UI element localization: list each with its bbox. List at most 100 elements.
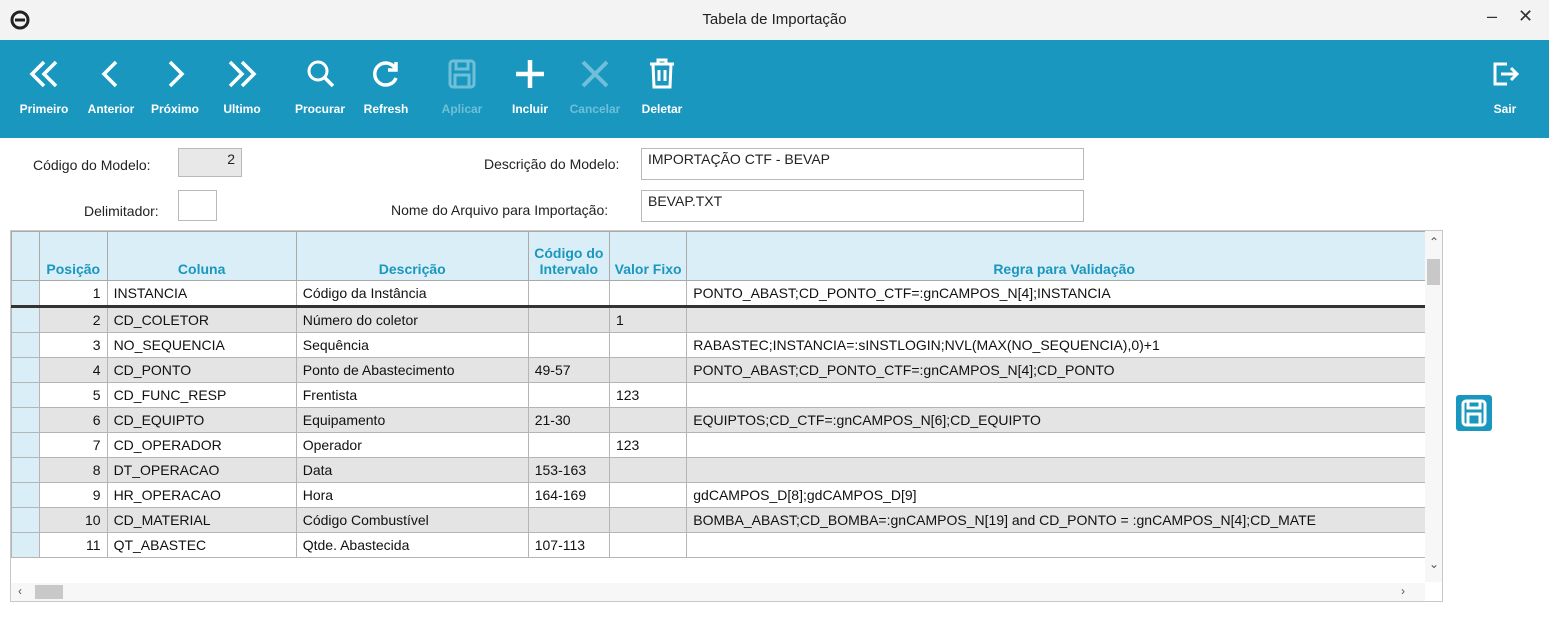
scroll-right-icon[interactable]: › bbox=[1401, 584, 1405, 598]
row-selector[interactable] bbox=[11, 507, 40, 533]
cell-posicao[interactable]: 6 bbox=[38, 407, 108, 433]
table-row[interactable]: 10 CD_MATERIAL Código Combustível BOMBA_ABA… bbox=[11, 507, 1442, 533]
cell-valor-fixo[interactable] bbox=[608, 407, 688, 433]
row-selector[interactable] bbox=[11, 332, 40, 358]
cell-intervalo[interactable] bbox=[527, 432, 610, 458]
column-header-codigo-intervalo[interactable]: Código do Intervalo bbox=[527, 231, 610, 281]
cell-coluna[interactable]: NO_SEQUENCIA bbox=[106, 332, 297, 358]
table-row[interactable]: 8 DT_OPERACAO Data 153-163 bbox=[11, 457, 1442, 483]
cell-descricao[interactable]: Código da Instância bbox=[295, 280, 529, 308]
cell-intervalo[interactable]: 107-113 bbox=[527, 532, 610, 558]
table-row[interactable]: 5 CD_FUNC_RESP Frentista 123 bbox=[11, 382, 1442, 408]
cell-coluna[interactable]: CD_EQUIPTO bbox=[106, 407, 297, 433]
cell-descricao[interactable]: Frentista bbox=[295, 382, 529, 408]
row-selector[interactable] bbox=[11, 532, 40, 558]
cell-descricao[interactable]: Data bbox=[295, 457, 529, 483]
cell-coluna[interactable]: CD_COLETOR bbox=[106, 306, 297, 333]
column-header-coluna[interactable]: Coluna bbox=[106, 231, 297, 281]
row-selector[interactable] bbox=[11, 280, 40, 308]
table-row[interactable]: 4 CD_PONTO Ponto de Abastecimento 49-57 PONT… bbox=[11, 357, 1442, 383]
cell-coluna[interactable]: CD_FUNC_RESP bbox=[106, 382, 297, 408]
cell-regra[interactable] bbox=[686, 306, 1442, 333]
cell-intervalo[interactable] bbox=[527, 306, 610, 333]
cell-descricao[interactable]: Qtde. Abastecida bbox=[295, 532, 529, 558]
model-code-field[interactable]: 2 bbox=[178, 148, 242, 177]
scroll-down-icon[interactable]: ⌄ bbox=[1429, 557, 1439, 571]
cell-regra[interactable]: PONTO_ABAST;CD_PONTO_CTF=:gnCAMPOS_N[4];… bbox=[686, 357, 1442, 383]
previous-button[interactable]: Anterior bbox=[84, 40, 138, 138]
cell-regra[interactable] bbox=[686, 432, 1442, 458]
cell-intervalo[interactable]: 153-163 bbox=[527, 457, 610, 483]
cancel-button[interactable]: Cancelar bbox=[565, 40, 625, 138]
cell-coluna[interactable]: HR_OPERACAO bbox=[106, 482, 297, 508]
delimiter-field[interactable] bbox=[178, 190, 217, 221]
row-selector[interactable] bbox=[11, 382, 40, 408]
row-selector[interactable] bbox=[11, 306, 40, 333]
row-selector[interactable] bbox=[11, 407, 40, 433]
table-row[interactable]: 11 QT_ABASTEC Qtde. Abastecida 107-113 bbox=[11, 532, 1442, 558]
cell-intervalo[interactable] bbox=[527, 382, 610, 408]
cell-descricao[interactable]: Código Combustível bbox=[295, 507, 529, 533]
cell-posicao[interactable]: 5 bbox=[38, 382, 108, 408]
cell-valor-fixo[interactable] bbox=[608, 457, 688, 483]
cell-valor-fixo[interactable]: 123 bbox=[608, 382, 688, 408]
table-row[interactable]: 7 CD_OPERADOR Operador 123 bbox=[11, 432, 1442, 458]
row-selector[interactable] bbox=[11, 432, 40, 458]
cell-valor-fixo[interactable] bbox=[608, 280, 688, 308]
cell-intervalo[interactable]: 164-169 bbox=[527, 482, 610, 508]
cell-posicao[interactable]: 10 bbox=[38, 507, 108, 533]
first-button[interactable]: Primeiro bbox=[14, 40, 74, 138]
cell-posicao[interactable]: 4 bbox=[38, 357, 108, 383]
cell-descricao[interactable]: Sequência bbox=[295, 332, 529, 358]
cell-regra[interactable] bbox=[686, 457, 1442, 483]
cell-intervalo[interactable] bbox=[527, 332, 610, 358]
horizontal-scroll-thumb[interactable] bbox=[35, 585, 63, 599]
cell-posicao[interactable]: 3 bbox=[38, 332, 108, 358]
scroll-up-icon[interactable]: ⌃ bbox=[1429, 235, 1439, 249]
cell-regra[interactable]: gdCAMPOS_D[8];gdCAMPOS_D[9] bbox=[686, 482, 1442, 508]
refresh-button[interactable]: Refresh bbox=[357, 40, 415, 138]
close-button[interactable]: ✕ bbox=[1518, 6, 1533, 27]
table-row[interactable]: 1 INSTANCIA Código da Instância PONTO_ABAST… bbox=[11, 280, 1442, 308]
scroll-left-icon[interactable]: ‹ bbox=[18, 584, 22, 598]
exit-button[interactable]: Sair bbox=[1480, 40, 1530, 138]
cell-coluna[interactable]: QT_ABASTEC bbox=[106, 532, 297, 558]
cell-coluna[interactable]: CD_PONTO bbox=[106, 357, 297, 383]
cell-valor-fixo[interactable] bbox=[608, 507, 688, 533]
cell-intervalo[interactable] bbox=[527, 507, 610, 533]
add-button[interactable]: Incluir bbox=[503, 40, 557, 138]
search-button[interactable]: Procurar bbox=[290, 40, 350, 138]
cell-descricao[interactable]: Número do coletor bbox=[295, 306, 529, 333]
table-row[interactable]: 9 HR_OPERACAO Hora 164-169 gdCAMPOS_D[8];gdC… bbox=[11, 482, 1442, 508]
column-header-valor-fixo[interactable]: Valor Fixo bbox=[608, 231, 688, 281]
cell-descricao[interactable]: Operador bbox=[295, 432, 529, 458]
cell-posicao[interactable]: 11 bbox=[38, 532, 108, 558]
cell-coluna[interactable]: CD_OPERADOR bbox=[106, 432, 297, 458]
next-button[interactable]: Próximo bbox=[147, 40, 203, 138]
cell-posicao[interactable]: 1 bbox=[38, 280, 108, 308]
column-header-descricao[interactable]: Descrição bbox=[295, 231, 529, 281]
minimize-button[interactable]: – bbox=[1487, 6, 1497, 27]
row-selector[interactable] bbox=[11, 482, 40, 508]
vertical-scrollbar[interactable]: ⌃ ⌄ bbox=[1425, 231, 1442, 582]
cell-regra[interactable]: BOMBA_ABAST;CD_BOMBA=:gnCAMPOS_N[19] and… bbox=[686, 507, 1442, 533]
table-row[interactable]: 3 NO_SEQUENCIA Sequência RABASTEC;INSTANCIA… bbox=[11, 332, 1442, 358]
table-row[interactable]: 2 CD_COLETOR Número do coletor 1 bbox=[11, 306, 1442, 333]
last-button[interactable]: Ultimo bbox=[213, 40, 271, 138]
apply-button[interactable]: Aplicar bbox=[435, 40, 489, 138]
cell-intervalo[interactable] bbox=[527, 280, 610, 308]
column-header-posicao[interactable]: Posição bbox=[38, 231, 108, 281]
cell-posicao[interactable]: 7 bbox=[38, 432, 108, 458]
cell-intervalo[interactable]: 49-57 bbox=[527, 357, 610, 383]
column-header-regra[interactable]: Regra para Validação bbox=[686, 231, 1442, 281]
cell-posicao[interactable]: 2 bbox=[38, 306, 108, 333]
cell-regra[interactable]: RABASTEC;INSTANCIA=:sINSTLOGIN;NVL(MAX(N… bbox=[686, 332, 1442, 358]
row-selector[interactable] bbox=[11, 357, 40, 383]
cell-descricao[interactable]: Ponto de Abastecimento bbox=[295, 357, 529, 383]
cell-regra[interactable]: PONTO_ABAST;CD_PONTO_CTF=:gnCAMPOS_N[4];… bbox=[686, 280, 1442, 308]
row-selector[interactable] bbox=[11, 457, 40, 483]
save-button[interactable] bbox=[1456, 395, 1492, 431]
cell-regra[interactable] bbox=[686, 532, 1442, 558]
cell-valor-fixo[interactable]: 1 bbox=[608, 306, 688, 333]
cell-valor-fixo[interactable] bbox=[608, 332, 688, 358]
